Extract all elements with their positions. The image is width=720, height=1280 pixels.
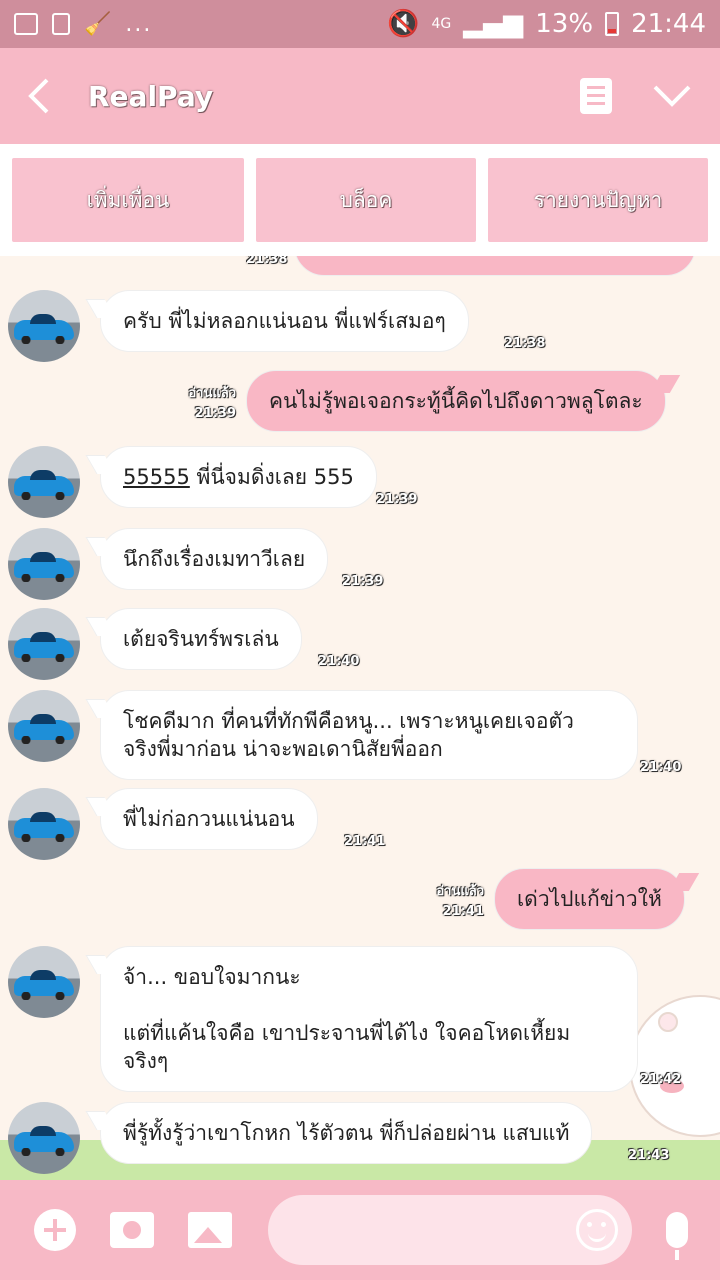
clock: 21:44 — [631, 9, 706, 39]
message-time: 21:40 — [318, 654, 360, 669]
image-icon — [14, 13, 38, 35]
message-time: 21:43 — [628, 1148, 670, 1163]
input-bar — [0, 1180, 720, 1280]
camera-icon[interactable] — [110, 1212, 154, 1248]
more-notifications: ... — [125, 11, 153, 37]
back-arrow-icon — [28, 78, 49, 114]
message-time: 21:41 — [344, 834, 386, 849]
broom-icon: 🧹 — [84, 11, 112, 37]
notes-icon[interactable] — [580, 78, 612, 114]
avatar[interactable] — [8, 690, 80, 762]
mute-icon: 🔇 — [387, 9, 420, 39]
microphone-icon[interactable] — [666, 1212, 688, 1260]
avatar[interactable] — [8, 528, 80, 600]
gallery-icon[interactable] — [188, 1212, 232, 1248]
action-bar: เพิ่มเพื่อน บล็อค รายงานปัญหา — [0, 144, 720, 256]
avatar[interactable] — [8, 788, 80, 860]
chat-area[interactable]: 21:38 ครับ พี่ไม่หลอกแน่นอน พี่แฟร์เสมอๆ… — [0, 256, 720, 1180]
plus-icon[interactable] — [34, 1209, 76, 1251]
message-bubble[interactable]: เต้ยจรินทร์พรเล่น — [100, 608, 302, 670]
message-bubble[interactable]: เด่วไปแก้ข่าวให้ — [494, 868, 685, 930]
message-time: 21:38 — [246, 256, 288, 267]
message-time: 21:38 — [504, 336, 546, 351]
message-bubble[interactable]: นึกถึงเรื่องเมทาวีเลย — [100, 528, 329, 590]
message-bubble[interactable]: พี่ไม่ก่อกวนแน่นอน — [100, 788, 318, 850]
message-bubble[interactable]: คนไม่รู้พอเจอกระทู้นี้คิดไปถึงดาวพลูโตละ — [246, 370, 666, 432]
status-bar: 🧹 ... 🔇 4G ▂▄▆ 13% 21:44 — [0, 0, 720, 48]
message-link[interactable]: 55555 — [123, 465, 190, 489]
message-time: 21:42 — [640, 1072, 682, 1087]
message-text: พี่นี่จมดิ่งเลย 555 — [189, 465, 354, 489]
avatar[interactable] — [8, 608, 80, 680]
signal-icon: ▂▄▆ — [463, 9, 524, 39]
battery-icon — [605, 12, 620, 36]
chat-header: RealPay — [0, 48, 720, 144]
battery-percent: 13% — [535, 9, 594, 39]
back-button[interactable] — [0, 48, 80, 144]
chat-title: RealPay — [88, 79, 214, 113]
message-time: 21:39 — [376, 492, 418, 507]
message-bubble[interactable]: โชคดีมาก ที่คนที่ทักพีคือหนู... เพราะหนู… — [100, 690, 638, 780]
chevron-down-icon[interactable] — [652, 84, 692, 108]
block-button[interactable]: บล็อค — [256, 158, 476, 242]
message-bubble[interactable]: ครับ พี่ไม่หลอกแน่นอน พี่แฟร์เสมอๆ — [100, 290, 469, 352]
avatar[interactable] — [8, 290, 80, 362]
add-friend-button[interactable]: เพิ่มเพื่อน — [12, 158, 244, 242]
read-receipt: อ่านแล้ว 21:41 — [436, 884, 484, 919]
alert-icon — [52, 13, 70, 35]
avatar[interactable] — [8, 1102, 80, 1174]
report-button[interactable]: รายงานปัญหา — [488, 158, 708, 242]
message-time: 21:39 — [342, 574, 384, 589]
message-bubble[interactable]: พี่รู้ทั้งรู้ว่าเขาโกหก ไร้ตัวตน พี่ก็ปล… — [100, 1102, 593, 1164]
message-time: 21:40 — [640, 760, 682, 775]
read-receipt: อ่านแล้ว 21:39 — [188, 386, 236, 421]
message-input[interactable] — [268, 1195, 632, 1265]
avatar[interactable] — [8, 446, 80, 518]
emoji-icon[interactable] — [576, 1209, 618, 1251]
partial-message-bubble — [294, 256, 696, 276]
network-label: 4G — [431, 16, 452, 32]
message-bubble[interactable]: 55555 พี่นี่จมดิ่งเลย 555 — [100, 446, 377, 508]
avatar[interactable] — [8, 946, 80, 1018]
message-bubble[interactable]: จ้า... ขอบใจมากนะ แต่ที่แค้นใจคือ เขาประ… — [100, 946, 638, 1092]
